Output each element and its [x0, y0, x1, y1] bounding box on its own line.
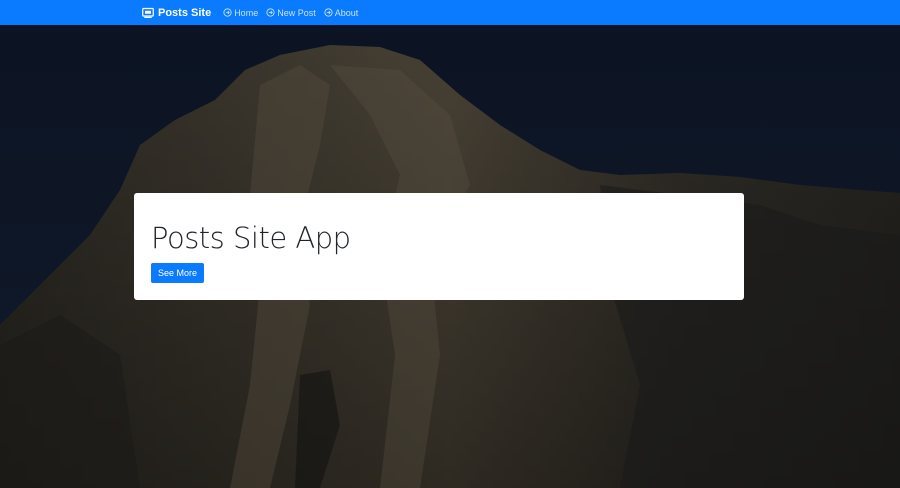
arrow-circle-right-icon [266, 8, 275, 17]
arrow-circle-right-icon [324, 8, 333, 17]
brand-link[interactable]: Posts Site [142, 7, 211, 19]
arrow-circle-right-icon [223, 8, 232, 17]
see-more-button[interactable]: See More [151, 263, 205, 283]
brand-label: Posts Site [158, 6, 212, 19]
nav-link-label: New Post [277, 7, 316, 18]
nav-link-home[interactable]: Home [223, 8, 258, 18]
nav-link-label: Home [234, 7, 259, 18]
navbar: Posts Site Home New Post About [0, 0, 900, 25]
nav-link-new-post[interactable]: New Post [266, 8, 316, 18]
hero-card: Posts Site App See More [134, 193, 744, 300]
nav-link-label: About [334, 7, 359, 18]
hero-title: Posts Site App [151, 221, 351, 255]
monitor-icon [142, 7, 154, 18]
nav-link-about[interactable]: About [324, 7, 359, 18]
